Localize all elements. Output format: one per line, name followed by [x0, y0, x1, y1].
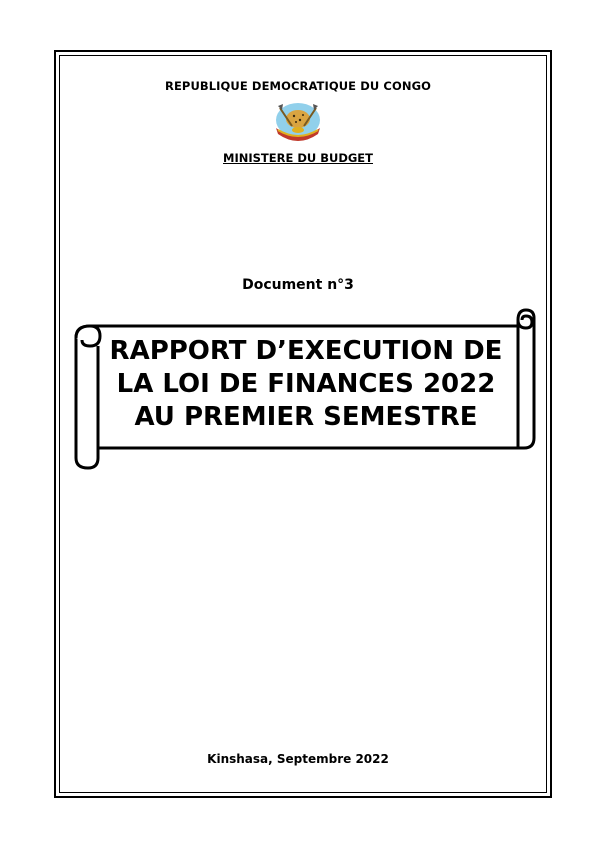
- country-name: REPUBLIQUE DEMOCRATIQUE DU CONGO: [165, 79, 431, 93]
- place-and-date: Kinshasa, Septembre 2022: [207, 752, 389, 766]
- document-number: Document n°3: [242, 277, 354, 293]
- report-title-line-2: LA LOI DE FINANCES 2022: [116, 369, 496, 399]
- report-title-line-1: RAPPORT D’EXECUTION DE: [109, 336, 503, 366]
- ministry-name: MINISTERE DU BUDGET: [223, 151, 373, 165]
- coat-of-arms-icon: [276, 103, 320, 141]
- report-title: RAPPORT D’EXECUTION DE LA LOI DE FINANCE…: [96, 335, 516, 434]
- report-title-line-3: AU PREMIER SEMESTRE: [134, 402, 478, 432]
